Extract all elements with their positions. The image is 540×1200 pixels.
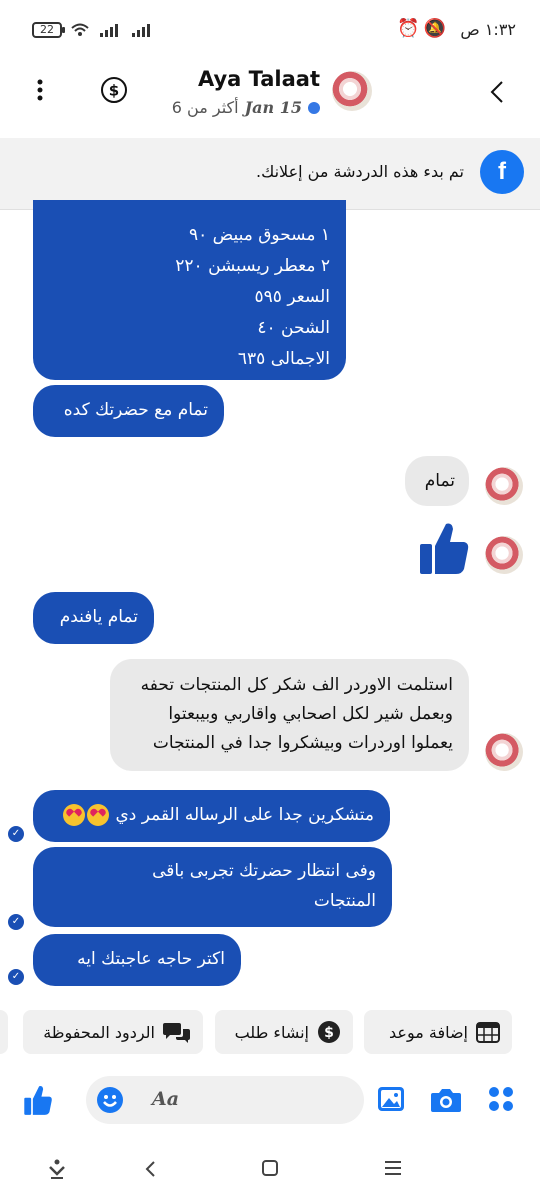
message-bubble-outgoing[interactable]: وفى انتظار حضرتك تجربى باقى المنتجات bbox=[33, 847, 392, 927]
message-line: المنتجات bbox=[313, 891, 376, 911]
svg-text:$: $ bbox=[324, 1025, 334, 1041]
active-status: أكثر من 6 Jan 15 bbox=[172, 98, 320, 117]
chip-label: إضافة موعد bbox=[389, 1022, 468, 1042]
camera-icon[interactable] bbox=[430, 1086, 462, 1114]
message-bubble-outgoing[interactable]: تمام مع حضرتك كده bbox=[33, 385, 224, 437]
thumbs-up-icon[interactable] bbox=[418, 520, 470, 576]
back-arrow-icon[interactable] bbox=[490, 80, 504, 104]
message-bubble-outgoing[interactable]: ١ مسحوق مبيض ٩٠ ٢ معطر ريسبشن ٢٢٠ السعر … bbox=[33, 200, 346, 380]
nav-home-icon[interactable] bbox=[262, 1160, 278, 1176]
message-text: متشكرين جدا على الرساله القمر دي bbox=[115, 805, 374, 825]
like-send-icon[interactable] bbox=[22, 1084, 54, 1116]
message-bubble-outgoing[interactable]: اكتر حاجه عاجبتك ايه bbox=[33, 934, 241, 986]
read-receipt-icon: ✓ bbox=[8, 969, 24, 985]
sender-avatar bbox=[485, 536, 523, 574]
conversation-header: $ Aya Talaat أكثر من 6 Jan 15 bbox=[0, 60, 540, 138]
message-line: وبعمل شير لكل اصحابي واقاربي وبيبعتوا bbox=[168, 704, 453, 724]
quick-reply-chip-partial[interactable] bbox=[0, 1010, 8, 1054]
chat-bubbles-icon bbox=[163, 1023, 190, 1043]
facebook-icon: f bbox=[480, 150, 524, 194]
more-options-icon[interactable] bbox=[30, 78, 50, 102]
active-dot bbox=[308, 101, 320, 114]
heart-eyes-emoji-icon bbox=[63, 804, 86, 826]
battery-icon: 22 bbox=[32, 22, 65, 38]
emoji-icon[interactable] bbox=[96, 1086, 124, 1114]
message-line: الاجمالى ٦٣٥ bbox=[237, 349, 330, 369]
keyboard-hide-icon[interactable] bbox=[48, 1158, 66, 1180]
svg-text:$: $ bbox=[109, 82, 119, 100]
alarm-mute-icons: ⏰🔕 bbox=[397, 18, 450, 39]
battery-level: 22 bbox=[40, 23, 54, 36]
message-line: ١ مسحوق مبيض ٩٠ bbox=[188, 225, 330, 245]
contact-name[interactable]: Aya Talaat bbox=[198, 67, 320, 91]
more-apps-icon[interactable] bbox=[486, 1084, 516, 1114]
chip-label: الردود المحفوظة bbox=[43, 1022, 155, 1042]
heart-eyes-emoji-icon bbox=[87, 804, 110, 826]
message-line: استلمت الاوردر الف شكر كل المنتجات تحفه bbox=[140, 675, 453, 695]
message-input-placeholder: Aa bbox=[152, 1088, 180, 1110]
last-active-date: Jan 15 bbox=[244, 98, 302, 117]
message-line: يعملوا اوردرات وبيشكروا جدا في المنتجات bbox=[152, 733, 453, 753]
nav-recents-icon[interactable] bbox=[384, 1160, 402, 1176]
message-composer: Aa bbox=[0, 1070, 540, 1130]
read-receipt-icon: ✓ bbox=[8, 914, 24, 930]
calendar-icon bbox=[476, 1022, 500, 1043]
message-line: وفى انتظار حضرتك تجربى باقى bbox=[152, 861, 376, 881]
message-bubble-outgoing[interactable]: تمام يافندم bbox=[33, 592, 154, 644]
ad-origin-text: تم بدء هذه الدردشة من إعلانك. bbox=[256, 162, 464, 181]
payment-icon[interactable]: $ bbox=[100, 76, 128, 104]
read-receipt-icon: ✓ bbox=[8, 826, 24, 842]
clock: ١:٣٢ ص bbox=[460, 20, 516, 39]
message-line: الشحن ٤٠ bbox=[257, 318, 330, 338]
sender-avatar bbox=[485, 733, 523, 771]
chip-label: إنشاء طلب bbox=[234, 1022, 309, 1042]
dollar-icon: $ bbox=[318, 1021, 340, 1043]
signal-icons bbox=[71, 23, 150, 37]
message-bubble-incoming[interactable]: استلمت الاوردر الف شكر كل المنتجات تحفه … bbox=[110, 659, 469, 771]
message-bubble-outgoing[interactable]: متشكرين جدا على الرساله القمر دي bbox=[33, 790, 390, 842]
message-input[interactable]: Aa bbox=[86, 1076, 364, 1124]
message-bubble-incoming[interactable]: تمام bbox=[405, 456, 469, 506]
quick-reply-add-appointment[interactable]: إضافة موعد bbox=[364, 1010, 512, 1054]
quick-reply-create-order[interactable]: $ إنشاء طلب bbox=[215, 1010, 353, 1054]
nav-back-icon[interactable] bbox=[144, 1160, 156, 1178]
gallery-icon[interactable] bbox=[377, 1086, 405, 1112]
sender-avatar bbox=[485, 467, 523, 505]
status-bar: 22 ⏰🔕 ١:٣٢ ص bbox=[0, 0, 540, 60]
quick-reply-saved-replies[interactable]: الردود المحفوظة bbox=[23, 1010, 203, 1054]
message-line: السعر ٥٩٥ bbox=[254, 287, 330, 307]
system-nav-bar bbox=[0, 1140, 540, 1200]
more-than-label: أكثر من 6 bbox=[171, 98, 239, 117]
message-line: ٢ معطر ريسبشن ٢٢٠ bbox=[175, 256, 330, 276]
contact-avatar[interactable] bbox=[332, 71, 372, 111]
